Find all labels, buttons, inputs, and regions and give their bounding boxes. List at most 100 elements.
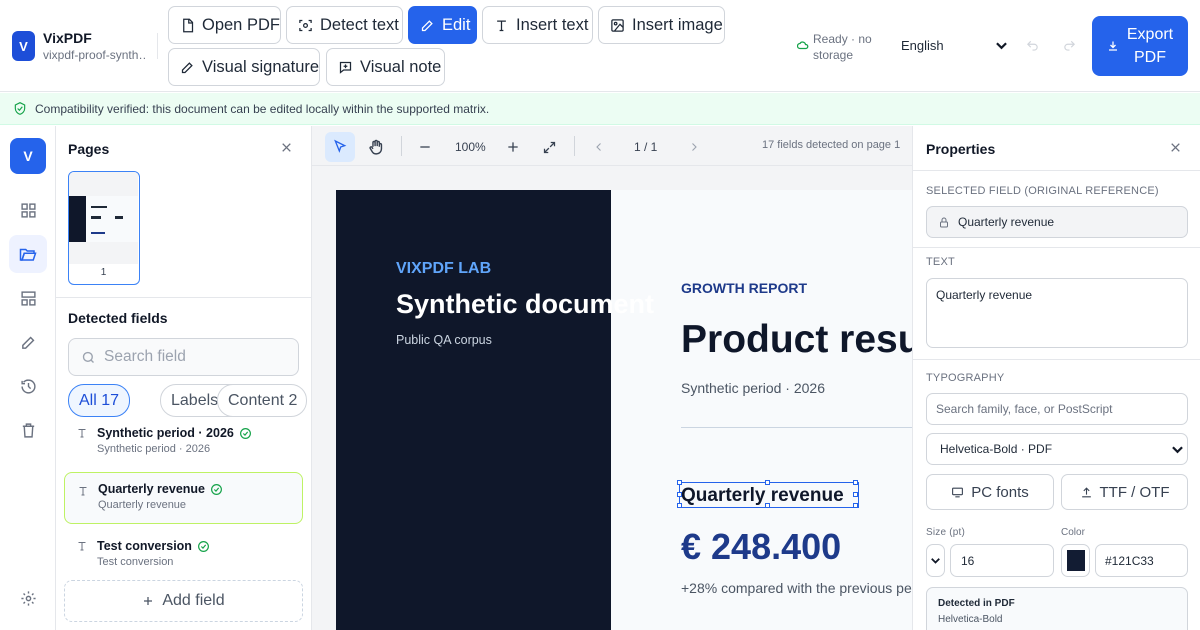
color-hex-input[interactable]: #121C33	[1095, 544, 1188, 577]
doc-period[interactable]: Synthetic period · 2026	[681, 380, 825, 396]
file-icon	[183, 18, 194, 32]
insert-text-button[interactable]: Insert text	[482, 6, 593, 44]
visual-note-button[interactable]: Visual note	[326, 48, 445, 86]
prev-page-icon[interactable]	[584, 132, 614, 162]
color-label: Color	[1061, 527, 1085, 538]
check-circle-icon	[239, 427, 251, 439]
doc-corpus[interactable]: Public QA corpus	[396, 333, 492, 347]
pen-icon[interactable]	[9, 323, 47, 361]
detect-text-button[interactable]: Detect text	[286, 6, 403, 44]
page-indicator: 1 / 1	[634, 140, 658, 154]
history-icon[interactable]	[9, 367, 47, 405]
field-sub: Synthetic period · 2026	[97, 443, 211, 455]
color-swatch	[1066, 550, 1085, 571]
settings-icon[interactable]	[9, 579, 47, 617]
pages-panel: Pages 1 Detected fields Search field All…	[56, 126, 312, 630]
detected-font: Helvetica-Bold	[938, 614, 1003, 625]
layout-icon[interactable]	[9, 279, 47, 317]
font-search-placeholder: Search family, face, or PostScript	[936, 402, 1113, 416]
chip-content[interactable]: Content 2	[217, 384, 307, 417]
add-field-label: Add field	[162, 592, 225, 609]
selected-field-box: Quarterly revenue	[926, 206, 1188, 238]
color-hex-value: #121C33	[1105, 553, 1154, 568]
close-icon[interactable]	[1169, 141, 1182, 154]
shield-check-icon	[14, 102, 26, 115]
field-item[interactable]: Synthetic period · 2026 Synthetic period…	[64, 420, 303, 466]
pages-title: Pages	[68, 141, 110, 157]
detect-text-label: Detect text	[320, 15, 399, 34]
open-pdf-label: Open PDF	[202, 15, 280, 34]
chevron-down-icon[interactable]	[996, 42, 1007, 50]
open-pdf-button[interactable]: Open PDF	[168, 6, 281, 44]
ttf-otf-button[interactable]: TTF / OTF	[1061, 474, 1188, 510]
language-select[interactable]: English	[901, 38, 944, 53]
app-name: VixPDF	[43, 30, 92, 46]
size-unit-select[interactable]	[926, 544, 945, 577]
left-rail: V	[0, 126, 56, 630]
hand-icon[interactable]	[361, 132, 391, 162]
app-logo: V	[12, 31, 35, 61]
redo-icon[interactable]	[1062, 39, 1077, 53]
add-field-button[interactable]: Add field	[64, 580, 303, 622]
doc-lab[interactable]: VIXPDF LAB	[396, 260, 491, 278]
field-item[interactable]: Test conversion Test conversion	[64, 533, 303, 579]
zoom-in-icon[interactable]	[498, 132, 528, 162]
edit-label: Edit	[442, 15, 471, 34]
pointer-icon[interactable]	[325, 132, 355, 162]
doc-compare[interactable]: +28% compared with the previous per	[681, 580, 912, 596]
props-divider	[913, 359, 1200, 360]
image-icon	[611, 18, 624, 32]
rail-logo[interactable]: V	[10, 138, 46, 174]
edit-button[interactable]: Edit	[408, 6, 477, 44]
type-icon	[497, 20, 506, 31]
fit-page-icon[interactable]	[534, 132, 564, 162]
undo-icon[interactable]	[1025, 39, 1040, 53]
zoom-out-icon[interactable]	[410, 132, 440, 162]
trash-icon[interactable]	[9, 411, 47, 449]
font-search-input[interactable]: Search family, face, or PostScript	[926, 393, 1188, 425]
doc-amount[interactable]: € 248.400	[681, 526, 841, 568]
doc-growth-report[interactable]: GROWTH REPORT	[681, 280, 807, 296]
chevron-down-icon	[931, 557, 940, 564]
visual-signature-label: Visual signature	[202, 57, 320, 76]
compatibility-banner: Compatibility verified: this document ca…	[0, 93, 1200, 125]
properties-panel: Properties SELECTED FIELD (ORIGINAL REFE…	[912, 126, 1200, 630]
typography-label: TYPOGRAPHY	[926, 372, 1005, 384]
signature-pen-icon	[181, 61, 193, 73]
thumbnail-preview	[69, 172, 138, 264]
export-line-2: PDF	[1134, 49, 1166, 66]
search-field-input[interactable]: Search field	[68, 338, 299, 376]
cloud-icon	[797, 41, 809, 50]
size-value: 16	[961, 553, 975, 568]
text-area[interactable]: Quarterly revenue	[926, 278, 1188, 348]
close-icon[interactable]	[280, 141, 293, 154]
next-page-icon[interactable]	[679, 132, 709, 162]
pc-fonts-button[interactable]: PC fonts	[926, 474, 1054, 510]
color-swatch-button[interactable]	[1061, 544, 1090, 577]
export-pdf-button[interactable]: Export PDF	[1092, 16, 1188, 76]
pencil-icon	[421, 19, 433, 31]
insert-text-label: Insert text	[516, 15, 589, 34]
doc-title[interactable]: Synthetic document	[396, 289, 654, 320]
chip-all[interactable]: All 17	[68, 384, 131, 417]
selected-field-value: Quarterly revenue	[958, 215, 1055, 229]
size-input[interactable]: 16	[950, 544, 1054, 577]
zoom-level: 100%	[455, 140, 486, 154]
doc-quarterly-revenue[interactable]: Quarterly revenue	[681, 485, 844, 507]
insert-image-button[interactable]: Insert image	[598, 6, 725, 44]
grid-icon[interactable]	[9, 191, 47, 229]
text-label: TEXT	[926, 256, 955, 268]
font-select[interactable]: Helvetica-Bold · PDF	[926, 433, 1188, 465]
chevron-down-icon	[1172, 446, 1183, 454]
folder-open-icon[interactable]	[9, 235, 47, 273]
visual-signature-button[interactable]: Visual signature	[168, 48, 320, 86]
field-item-selected[interactable]: Quarterly revenue Quarterly revenue	[64, 472, 303, 524]
field-sub: Test conversion	[97, 556, 174, 568]
search-placeholder: Search field	[104, 348, 186, 365]
page-thumbnail[interactable]: 1	[68, 171, 140, 285]
doc-product-title[interactable]: Product resu	[681, 318, 912, 362]
doc-divider	[681, 427, 912, 428]
detected-count: 17 fields detected on page 1	[762, 139, 901, 151]
text-type-icon	[78, 542, 86, 551]
canvas-toolbar: 100% 1 / 1 17 fields detected on page 1	[312, 126, 912, 166]
